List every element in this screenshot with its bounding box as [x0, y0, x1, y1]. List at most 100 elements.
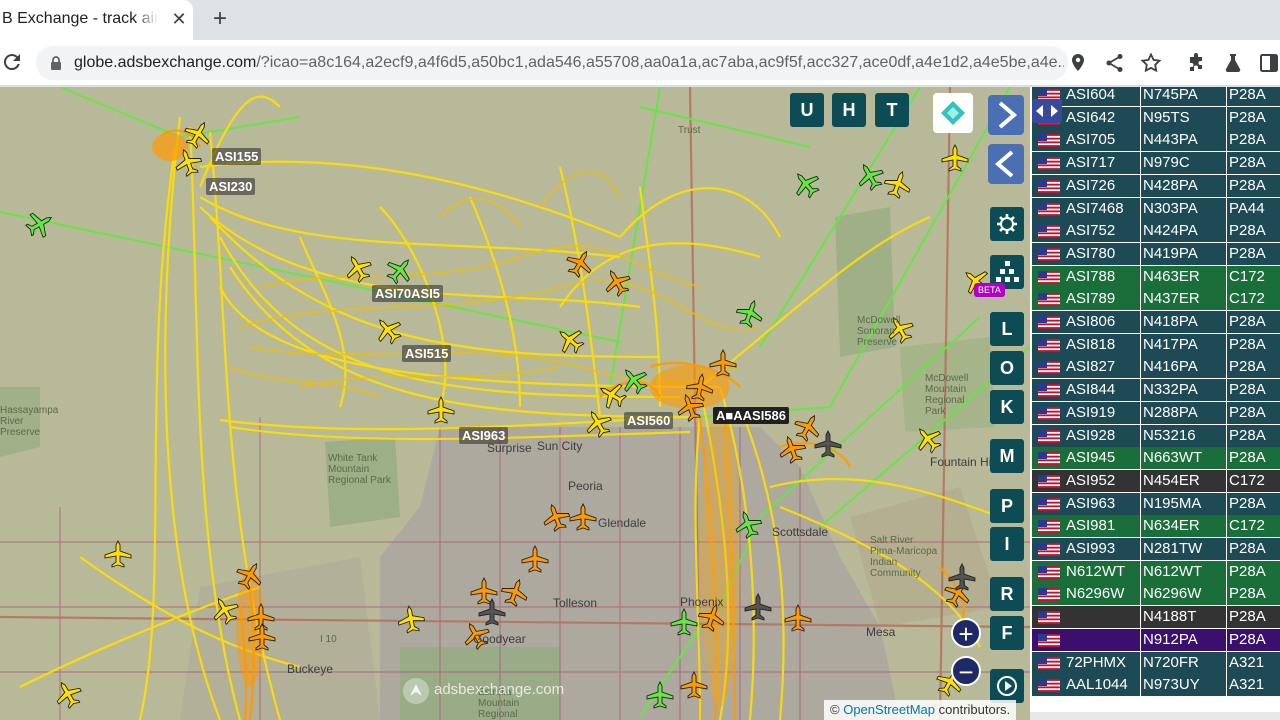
- aircraft-row[interactable]: ASI993 N281TW P28A: [1030, 538, 1280, 561]
- map-button-i[interactable]: I: [990, 527, 1024, 561]
- flag-cell: [1032, 674, 1064, 697]
- selected-aircraft-label[interactable]: A■AASI586: [713, 407, 789, 424]
- aircraft-callsign-label[interactable]: ASI70ASI5: [372, 285, 444, 302]
- settings-button[interactable]: [990, 207, 1024, 241]
- aircraft-row[interactable]: AAL1044 N973UY A321: [1030, 674, 1280, 697]
- map-button-m[interactable]: M: [990, 439, 1024, 473]
- aircraft-row[interactable]: ASI945 N663WT P28A: [1030, 447, 1280, 470]
- address-bar[interactable]: globe.adsbexchange.com/?icao=a8c164,a2ec…: [36, 46, 1068, 80]
- registration-cell: N463ER: [1141, 265, 1226, 288]
- aircraft-callsign-label[interactable]: ASI560: [624, 412, 674, 429]
- map-button-h[interactable]: H: [832, 93, 866, 127]
- browser-tab[interactable]: B Exchange - track aircraft ✕: [0, 0, 193, 40]
- road-shield-label: I 10: [320, 634, 337, 645]
- aircraft-row[interactable]: ASI604 N745PA P28A: [1030, 87, 1280, 107]
- aircraft-row[interactable]: ASI752 N424PA P28A: [1030, 220, 1280, 243]
- new-tab-icon[interactable]: +: [206, 6, 234, 34]
- zoom-in-button[interactable]: +: [951, 618, 981, 648]
- table-horizontal-scrollbar[interactable]: [1030, 712, 1280, 720]
- reload-icon[interactable]: [0, 50, 24, 74]
- flag-cell: [1032, 197, 1064, 220]
- callsign-cell: N6296W: [1064, 583, 1140, 606]
- aircraft-row[interactable]: N912PA P28A: [1030, 628, 1280, 652]
- map-button-p[interactable]: P: [990, 489, 1024, 523]
- registration-cell: N912PA: [1141, 628, 1226, 651]
- replay-icon: [997, 676, 1017, 696]
- flag-cell: [1032, 356, 1064, 379]
- aircraft-row[interactable]: ASI642 N95TS P28A: [1030, 106, 1280, 130]
- map-button-k[interactable]: K: [990, 390, 1024, 424]
- aircraft-table[interactable]: ASI604 N745PA P28A ASI642 N95TS P28A ASI705 N44…: [1030, 87, 1280, 720]
- aircraft-row[interactable]: ASI818 N417PA P28A: [1030, 333, 1280, 357]
- openstreetmap-link[interactable]: OpenStreetMap: [843, 702, 935, 717]
- location-pin-icon[interactable]: [1066, 51, 1090, 75]
- table-collapse-button[interactable]: [1032, 99, 1062, 123]
- aircraft-row[interactable]: ASI928 N53216 P28A: [1030, 424, 1280, 448]
- aircraft-callsign-label[interactable]: ASI155: [212, 148, 262, 165]
- map-layers-button[interactable]: [933, 93, 973, 133]
- callsign-cell: ASI789: [1064, 288, 1140, 311]
- extensions-icon[interactable]: [1184, 51, 1208, 75]
- replay-button[interactable]: [990, 669, 1024, 703]
- aircraft-row[interactable]: ASI844 N332PA P28A: [1030, 379, 1280, 402]
- callsign-cell: AAL1044: [1064, 674, 1140, 697]
- aircraft-row[interactable]: ASI952 N454ER C172: [1030, 469, 1280, 493]
- lock-icon[interactable]: [48, 55, 64, 71]
- left-right-arrows-icon: [1036, 105, 1058, 117]
- aircraft-row[interactable]: ASI919 N288PA P28A: [1030, 401, 1280, 425]
- type-cell: C172: [1227, 288, 1280, 311]
- aircraft-row[interactable]: N6296W N6296W P28A: [1030, 583, 1280, 606]
- registration-cell: N437ER: [1141, 288, 1226, 311]
- layers-icon: [941, 101, 965, 125]
- us-flag-icon: [1038, 633, 1060, 647]
- tab-title: B Exchange - track aircraft: [2, 10, 158, 27]
- map-button-u[interactable]: U: [790, 93, 824, 127]
- aircraft-row[interactable]: N4188T P28A: [1030, 606, 1280, 629]
- url-text[interactable]: globe.adsbexchange.com/?icao=a8c164,a2ec…: [74, 54, 1064, 72]
- aircraft-row[interactable]: ASI705 N443PA P28A: [1030, 129, 1280, 152]
- labs-flask-icon[interactable]: [1221, 51, 1245, 75]
- aircraft-row[interactable]: ASI717 N979C P28A: [1030, 152, 1280, 175]
- aircraft-row[interactable]: ASI806 N418PA P28A: [1030, 311, 1280, 334]
- aircraft-row[interactable]: ASI726 N428PA P28A: [1030, 174, 1280, 198]
- aircraft-row[interactable]: ASI788 N463ER C172: [1030, 265, 1280, 289]
- bookmark-star-icon[interactable]: [1139, 51, 1163, 75]
- aircraft-callsign-label[interactable]: ASI230: [206, 178, 256, 195]
- tab-close-icon[interactable]: ✕: [168, 8, 190, 30]
- place-label: Buckeye: [287, 662, 334, 676]
- place-label: Tolleson: [553, 596, 598, 610]
- us-flag-icon: [1038, 202, 1060, 216]
- type-cell: P28A: [1227, 87, 1280, 106]
- map-button-o[interactable]: O: [990, 351, 1024, 385]
- flag-cell: [1032, 129, 1064, 152]
- map-button-l[interactable]: L: [990, 312, 1024, 346]
- aircraft-row[interactable]: ASI827 N416PA P28A: [1030, 356, 1280, 379]
- aircraft-row[interactable]: ASI981 N634ER C172: [1030, 515, 1280, 538]
- flag-cell: [1032, 401, 1064, 424]
- type-cell: P28A: [1227, 129, 1280, 152]
- aircraft-row[interactable]: ASI7468 N303PA PA44: [1030, 197, 1280, 221]
- registration-cell: N4188T: [1141, 606, 1226, 629]
- map-button-f[interactable]: F: [990, 616, 1024, 650]
- callsign-cell: ASI919: [1064, 401, 1140, 424]
- share-icon[interactable]: [1103, 51, 1127, 75]
- aircraft-row[interactable]: 72PHMX N720FR A321: [1030, 651, 1280, 675]
- place-label: Peoria: [568, 479, 603, 493]
- collapse-left-button[interactable]: [988, 144, 1024, 184]
- callsign-cell: ASI928: [1064, 424, 1140, 447]
- aircraft-row[interactable]: ASI789 N437ER C172: [1030, 288, 1280, 311]
- aircraft-row[interactable]: ASI780 N419PA P28A: [1030, 242, 1280, 266]
- zoom-out-button[interactable]: −: [951, 656, 981, 686]
- map-button-r[interactable]: R: [990, 577, 1024, 611]
- callsign-cell: ASI981: [1064, 515, 1140, 538]
- map-button-t[interactable]: T: [875, 93, 909, 127]
- aircraft-callsign-label[interactable]: ASI515: [402, 345, 452, 362]
- aircraft-row[interactable]: N612WT N612WT P28A: [1030, 560, 1280, 584]
- flight-map[interactable]: ASI155 ASI230 ASI70ASI5 ASI515 ASI963 AS…: [0, 87, 1030, 720]
- place-label: Sun City: [537, 439, 583, 453]
- expand-right-button[interactable]: [988, 95, 1024, 135]
- aircraft-row[interactable]: ASI963 N195MA P28A: [1030, 492, 1280, 516]
- side-panel-icon[interactable]: [1257, 51, 1280, 75]
- flag-cell: [1032, 311, 1064, 333]
- callsign-cell: N612WT: [1064, 560, 1140, 583]
